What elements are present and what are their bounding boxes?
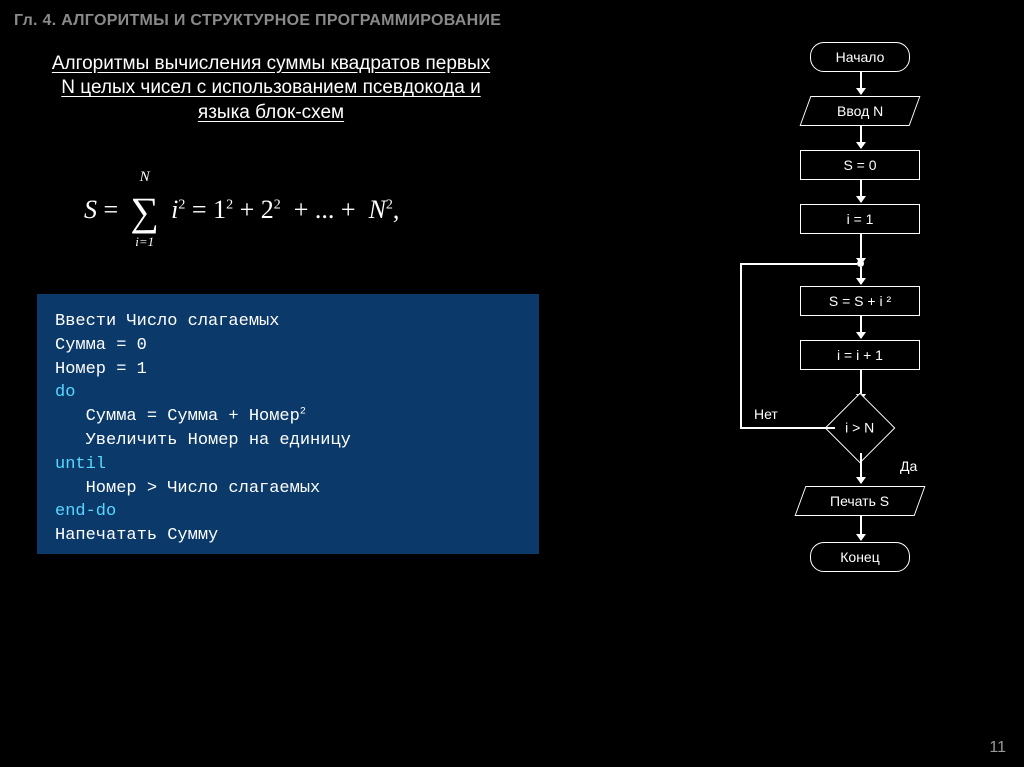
flow-end: Конец (810, 542, 910, 572)
flow-iinc: i = i + 1 (800, 340, 920, 370)
math-formula: S = N ∑ i=1 i2 = 12 + 22 + ... + N2, (84, 192, 399, 232)
flow-label-no: Нет (754, 406, 778, 422)
flow-arrow (740, 263, 742, 428)
flow-ssi: S = S + i ² (800, 286, 920, 316)
code-line: Номер > Число слагаемых (55, 479, 320, 498)
title-line: N целых чисел с использованием псевдокод… (61, 77, 480, 98)
code-line: Номер = 1 (55, 360, 147, 379)
title-line: языка блок-схем (198, 102, 344, 123)
pseudocode-box: Ввести Число слагаемых Сумма = 0 Номер =… (37, 294, 539, 554)
page-number: 11 (989, 739, 1006, 757)
flow-print: Печать S (795, 486, 926, 516)
flow-arrow (860, 72, 862, 94)
code-line: Сумма = 0 (55, 336, 147, 355)
code-keyword: end-do (55, 502, 116, 521)
chapter-header: Гл. 4. АЛГОРИТМЫ И СТРУКТУРНОЕ ПРОГРАММИ… (14, 12, 501, 30)
code-keyword: do (55, 383, 75, 402)
flow-arrow (860, 180, 862, 202)
code-line: Сумма = Сумма + Номер2 (55, 407, 306, 426)
flow-arrow (860, 126, 862, 148)
code-keyword: until (55, 455, 106, 474)
flow-arrow (740, 427, 835, 429)
title-line: Алгоритмы вычисления суммы квадратов пер… (52, 53, 490, 74)
flow-arrow (860, 316, 862, 338)
flow-label-yes: Да (900, 458, 917, 474)
flow-input: Ввод N (800, 96, 921, 126)
flow-arrow (860, 267, 862, 284)
flow-junction (857, 260, 864, 267)
flow-s0: S = 0 (800, 150, 920, 180)
code-line: Ввести Число слагаемых (55, 312, 279, 331)
flow-i1: i = 1 (800, 204, 920, 234)
flow-arrow (860, 453, 862, 483)
flow-arrow (740, 263, 857, 265)
code-line: Напечатать Сумму (55, 526, 218, 545)
slide-title: Алгоритмы вычисления суммы квадратов пер… (36, 52, 506, 125)
flow-start: Начало (810, 42, 910, 72)
flowchart: Начало Ввод N S = 0 i = 1 S = S + i ² i … (700, 38, 1000, 738)
code-line: Увеличить Номер на единицу (55, 431, 351, 450)
flow-arrow (860, 516, 862, 540)
